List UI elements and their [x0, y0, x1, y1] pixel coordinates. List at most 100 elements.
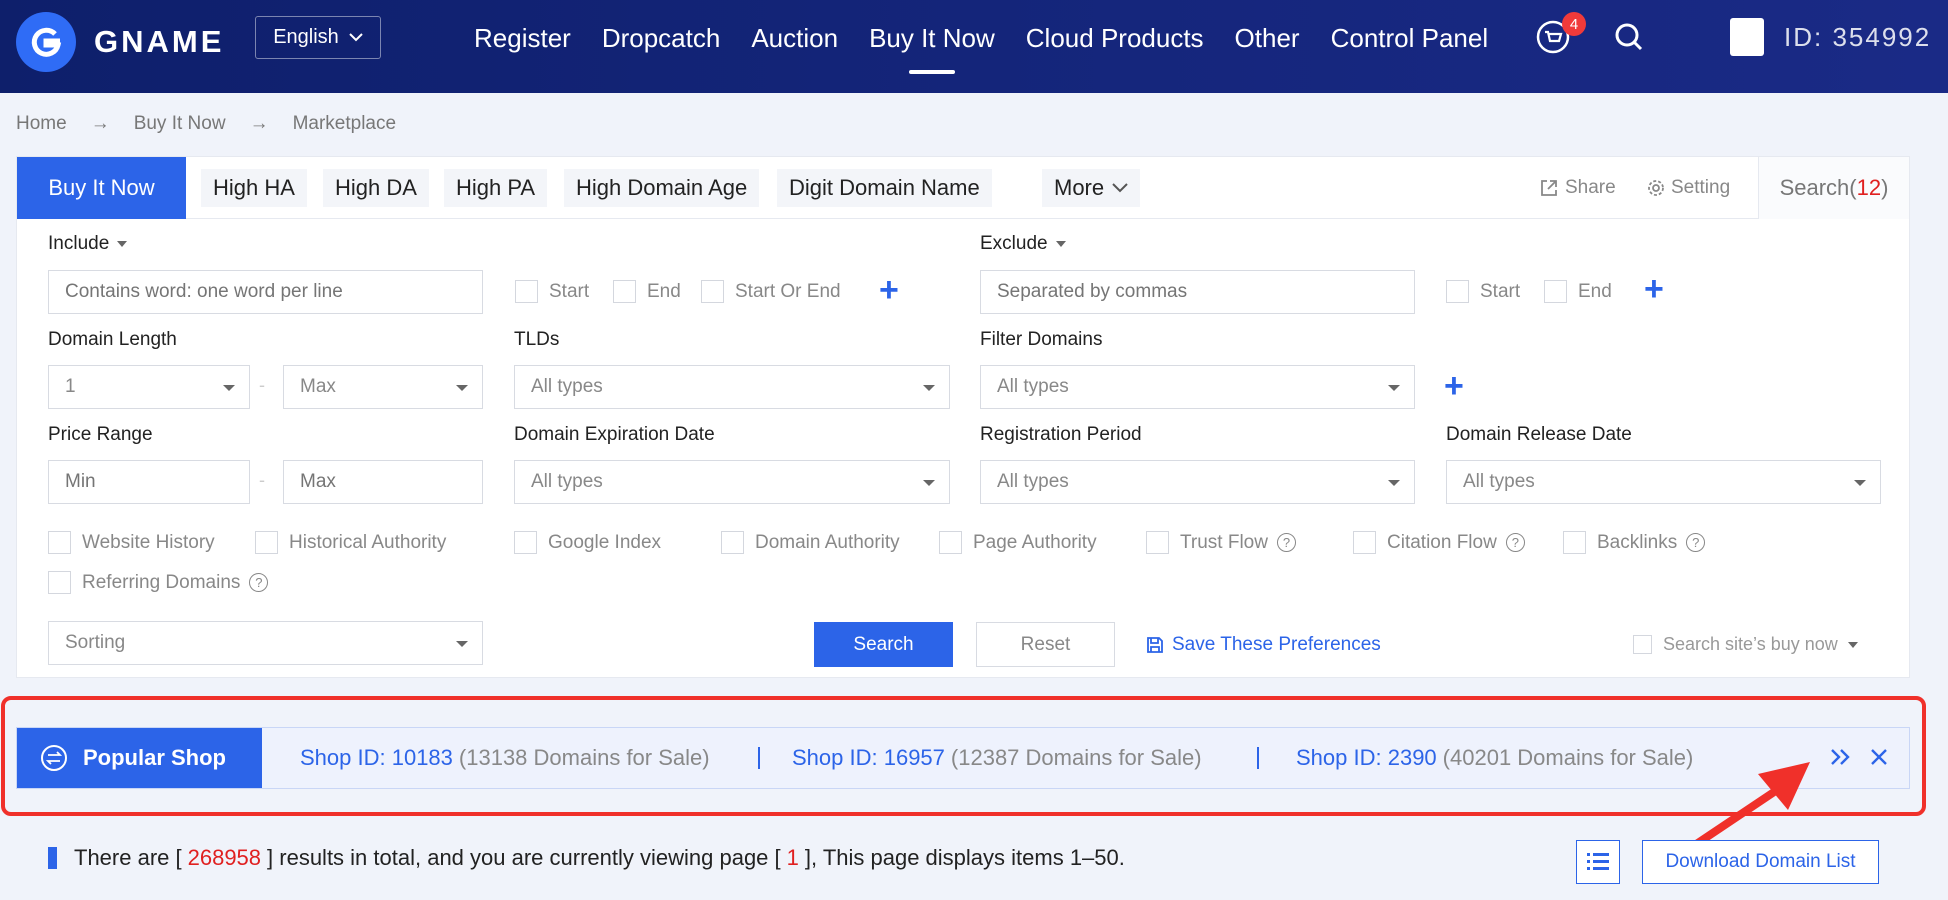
cart-badge: 4	[1562, 12, 1586, 36]
price-max-input[interactable]	[283, 460, 483, 504]
add-exclude-plus-icon[interactable]: +	[1644, 272, 1664, 306]
user-menu[interactable]: ID: 354992	[1730, 18, 1931, 56]
breadcrumb-buy-it-now[interactable]: Buy It Now	[134, 113, 226, 135]
gear-icon	[1648, 180, 1664, 196]
close-icon[interactable]	[1867, 742, 1891, 772]
exclude-label: Exclude	[980, 233, 1048, 254]
arrow-right-icon: →	[90, 113, 110, 134]
nav-other[interactable]: Other	[1235, 0, 1300, 76]
search-icon[interactable]	[1614, 22, 1644, 52]
list-view-button[interactable]	[1576, 840, 1620, 884]
range-dash: -	[259, 470, 265, 490]
tlds-select[interactable]: All types	[514, 365, 950, 409]
include-dropdown[interactable]: Include	[48, 233, 128, 255]
shop-item[interactable]: Shop ID: 2390 (40201 Domains for Sale)	[1296, 728, 1693, 788]
user-id: ID: 354992	[1784, 21, 1932, 52]
tab-high-da[interactable]: High DA	[323, 169, 429, 207]
caret-down-icon	[1854, 480, 1866, 486]
citation-flow-checkbox[interactable]: Citation Flow?	[1353, 531, 1525, 554]
category-tabs: Buy It Now High HA High DA High PA High …	[17, 157, 1909, 219]
popular-shop-bar: Popular Shop Shop ID: 10183 (13138 Domai…	[16, 727, 1910, 789]
caret-down-icon	[923, 385, 935, 391]
add-include-plus-icon[interactable]: +	[879, 273, 899, 307]
results-summary: There are [ 268958 ] results in total, a…	[48, 845, 1125, 871]
share-button[interactable]: Share	[1539, 157, 1616, 219]
backlinks-checkbox[interactable]: Backlinks?	[1563, 531, 1706, 554]
help-icon[interactable]: ?	[1505, 533, 1525, 552]
help-icon[interactable]: ?	[1276, 533, 1296, 552]
tab-more[interactable]: More	[1042, 169, 1141, 207]
exclude-start-checkbox[interactable]: Start	[1446, 280, 1520, 303]
swap-icon	[41, 745, 67, 771]
caret-down-icon	[456, 641, 468, 647]
google-index-checkbox[interactable]: Google Index	[514, 531, 661, 554]
nav-auction[interactable]: Auction	[751, 0, 838, 76]
list-icon	[1587, 853, 1609, 870]
domain-authority-checkbox[interactable]: Domain Authority	[721, 531, 900, 554]
filter-domains-label: Filter Domains	[980, 329, 1103, 350]
double-chevron-right-icon[interactable]	[1829, 742, 1853, 772]
accent-bar	[48, 847, 57, 869]
popular-shop-label: Popular Shop	[17, 728, 262, 788]
logo[interactable]: GNAME	[16, 10, 224, 74]
shop-count: (40201 Domains for Sale)	[1442, 745, 1694, 770]
nav-buy-it-now[interactable]: Buy It Now	[869, 0, 995, 76]
caret-down-icon	[1847, 641, 1858, 648]
search-site-buy-now-checkbox[interactable]: Search site’s buy now	[1633, 622, 1858, 667]
include-end-checkbox[interactable]: End	[613, 280, 681, 303]
tlds-label: TLDs	[514, 329, 560, 350]
tab-high-ha[interactable]: High HA	[201, 169, 307, 207]
length-min-select[interactable]: 1	[48, 365, 250, 409]
release-date-select[interactable]: All types	[1446, 460, 1881, 504]
reset-button[interactable]: Reset	[976, 622, 1115, 667]
main-nav: Register Dropcatch Auction Buy It Now Cl…	[474, 0, 1519, 76]
tab-digit-domain-name[interactable]: Digit Domain Name	[777, 169, 992, 207]
registration-period-select[interactable]: All types	[980, 460, 1415, 504]
help-icon[interactable]: ?	[249, 573, 269, 592]
exclude-input[interactable]	[980, 270, 1415, 314]
divider	[1257, 747, 1259, 769]
search-count-tab[interactable]: Search(12)	[1758, 157, 1909, 219]
exclude-dropdown[interactable]: Exclude	[980, 233, 1066, 255]
shop-id: Shop ID: 10183	[300, 745, 453, 770]
tab-buy-it-now[interactable]: Buy It Now	[17, 157, 186, 219]
include-input[interactable]	[48, 270, 483, 314]
save-preferences-link[interactable]: Save These Preferences	[1145, 622, 1381, 667]
include-start-checkbox[interactable]: Start	[515, 280, 589, 303]
filter-domains-select[interactable]: All types	[980, 365, 1415, 409]
nav-control-panel[interactable]: Control Panel	[1331, 0, 1489, 76]
caret-down-icon	[923, 480, 935, 486]
sorting-select[interactable]: Sorting	[48, 621, 483, 665]
trust-flow-checkbox[interactable]: Trust Flow?	[1146, 531, 1296, 554]
help-icon[interactable]: ?	[1686, 533, 1706, 552]
language-select[interactable]: English	[255, 16, 381, 59]
exclude-end-checkbox[interactable]: End	[1544, 280, 1612, 303]
tab-high-domain-age[interactable]: High Domain Age	[564, 169, 760, 207]
search-button[interactable]: Search	[814, 622, 953, 667]
price-min-input[interactable]	[48, 460, 250, 504]
logo-text: GNAME	[94, 24, 225, 59]
include-start-or-end-checkbox[interactable]: Start Or End	[701, 280, 841, 303]
shop-item[interactable]: Shop ID: 16957 (12387 Domains for Sale)	[792, 728, 1202, 788]
price-range-label: Price Range	[48, 424, 153, 445]
setting-label: Setting	[1671, 177, 1731, 198]
nav-register[interactable]: Register	[474, 0, 571, 76]
registration-period-label: Registration Period	[980, 424, 1142, 445]
add-filter-domain-plus-icon[interactable]: +	[1444, 369, 1464, 403]
search-count-number: 12	[1856, 175, 1882, 200]
shop-item[interactable]: Shop ID: 10183 (13138 Domains for Sale)	[300, 728, 710, 788]
caret-down-icon	[456, 385, 468, 391]
nav-cloud-products[interactable]: Cloud Products	[1026, 0, 1204, 76]
nav-dropcatch[interactable]: Dropcatch	[602, 0, 721, 76]
expiration-date-select[interactable]: All types	[514, 460, 950, 504]
breadcrumb-home[interactable]: Home	[16, 113, 67, 135]
setting-button[interactable]: Setting	[1647, 157, 1730, 219]
page-authority-checkbox[interactable]: Page Authority	[939, 531, 1097, 554]
download-domain-list-button[interactable]: Download Domain List	[1642, 840, 1879, 884]
tab-high-pa[interactable]: High PA	[444, 169, 548, 207]
length-max-select[interactable]: Max	[283, 365, 483, 409]
referring-domains-checkbox[interactable]: Referring Domains?	[48, 571, 269, 594]
historical-authority-checkbox[interactable]: Historical Authority	[255, 531, 446, 554]
website-history-checkbox[interactable]: Website History	[48, 531, 215, 554]
top-navbar: GNAME English Register Dropcatch Auction…	[0, 0, 1948, 93]
